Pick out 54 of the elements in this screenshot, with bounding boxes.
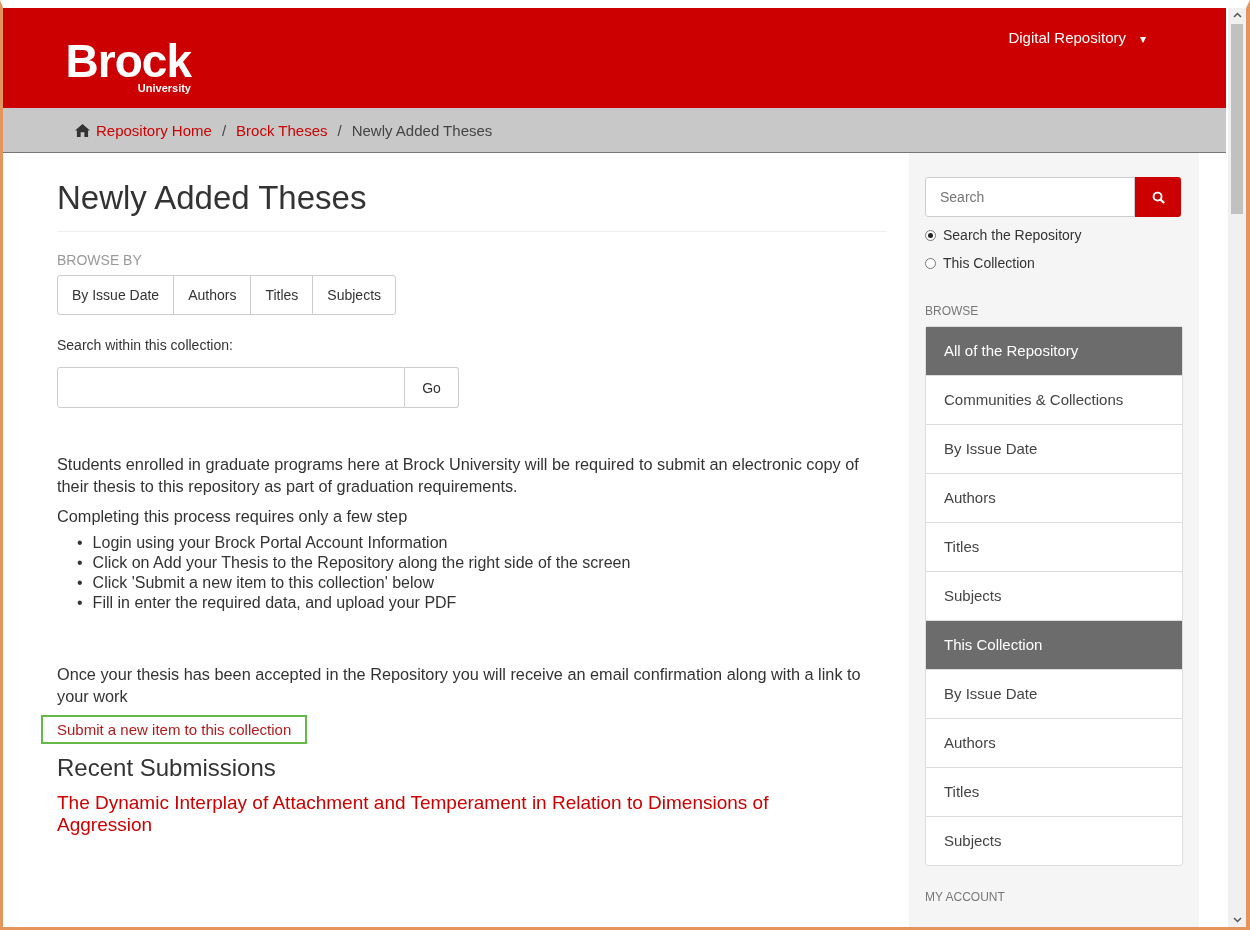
bullet: • — [77, 533, 83, 553]
steps-intro-text: Completing this process requires only a few step — [57, 506, 409, 527]
radio-label[interactable]: This Collection — [943, 255, 1035, 271]
page-title: Newly Added Theses — [57, 179, 887, 232]
browse-section-header: All of the Repository — [926, 327, 1182, 375]
browse-heading: BROWSE — [925, 304, 980, 318]
submit-item-link[interactable]: Submit a new item to this collection — [41, 715, 308, 744]
search-label: Search within this collection: — [57, 337, 234, 353]
submission-link[interactable]: The Dynamic Interplay of Attachment and Temperament in Relation to Dimensions of Aggression — [57, 792, 847, 836]
breadcrumb-separator: / — [337, 121, 342, 139]
recent-submissions-heading: Recent Submissions — [57, 754, 277, 782]
browse-link[interactable]: Authors — [926, 718, 1182, 767]
outro-paragraph: Once your thesis has been accepted in the Repository you will receive an email confirmation along with a link to your work — [57, 664, 862, 707]
browse-link[interactable]: Titles — [926, 767, 1182, 816]
browse-button[interactable]: Subjects — [312, 275, 397, 315]
browse-link[interactable]: Subjects — [926, 816, 1182, 865]
scroll-down-icon[interactable] — [1232, 917, 1242, 923]
breadcrumb-link[interactable]: Repository Home — [96, 121, 212, 139]
radio-button[interactable] — [925, 229, 936, 241]
browse-link[interactable]: Titles — [926, 522, 1182, 571]
step-item: Click on Add your Thesis to the Repository along the right side of the screen — [92, 553, 631, 573]
step-item: Fill in enter the required data, and upload your PDF — [92, 593, 457, 613]
browse-section-header: This Collection — [926, 620, 1182, 669]
browse-link[interactable]: By Issue Date — [926, 669, 1182, 718]
search-field[interactable]: Search — [925, 177, 1135, 217]
breadcrumb-link[interactable]: Brock Theses — [236, 121, 328, 139]
intro-paragraph: Students enrolled in graduate programs here at Brock University will be required to submit an electronic copy of their thesis to this repository as part of graduation requirements. — [57, 454, 860, 497]
scrollbar[interactable] — [1228, 8, 1246, 927]
browse-link[interactable]: By Issue Date — [926, 424, 1182, 473]
scrollbar-thumb[interactable] — [1231, 24, 1243, 214]
step-item: Click 'Submit a new item to this collection' below — [92, 573, 434, 593]
repository-menu[interactable]: Digital Repository ▾ — [1008, 29, 1146, 46]
browse-by-label: BROWSE BY — [57, 252, 143, 268]
step-item: Login using your Brock Portal Account Information — [92, 533, 448, 553]
radio-button[interactable] — [925, 257, 936, 269]
browse-link[interactable]: Communities & Collections — [926, 375, 1182, 424]
browse-link[interactable]: Authors — [926, 473, 1182, 522]
search-button[interactable] — [1135, 177, 1181, 217]
my-account-heading: MY ACCOUNT — [925, 890, 1006, 904]
radio-label[interactable]: Search the Repository — [943, 227, 1082, 243]
breadcrumb-separator: / — [221, 121, 227, 139]
bullet: • — [77, 593, 83, 613]
breadcrumb-current: Newly Added Theses — [351, 121, 493, 139]
university-logo[interactable]: Brock University — [51, 41, 191, 94]
browse-button[interactable]: By Issue Date — [57, 275, 175, 315]
collection-search-field[interactable] — [57, 367, 405, 408]
go-button[interactable]: Go — [405, 367, 459, 408]
scroll-up-icon[interactable] — [1232, 12, 1242, 18]
bullet: • — [77, 573, 83, 593]
browse-button[interactable]: Authors — [173, 275, 252, 315]
home-icon[interactable] — [75, 123, 90, 137]
bullet: • — [77, 553, 83, 573]
search-icon — [1151, 190, 1165, 204]
browse-button[interactable]: Titles — [250, 275, 314, 315]
